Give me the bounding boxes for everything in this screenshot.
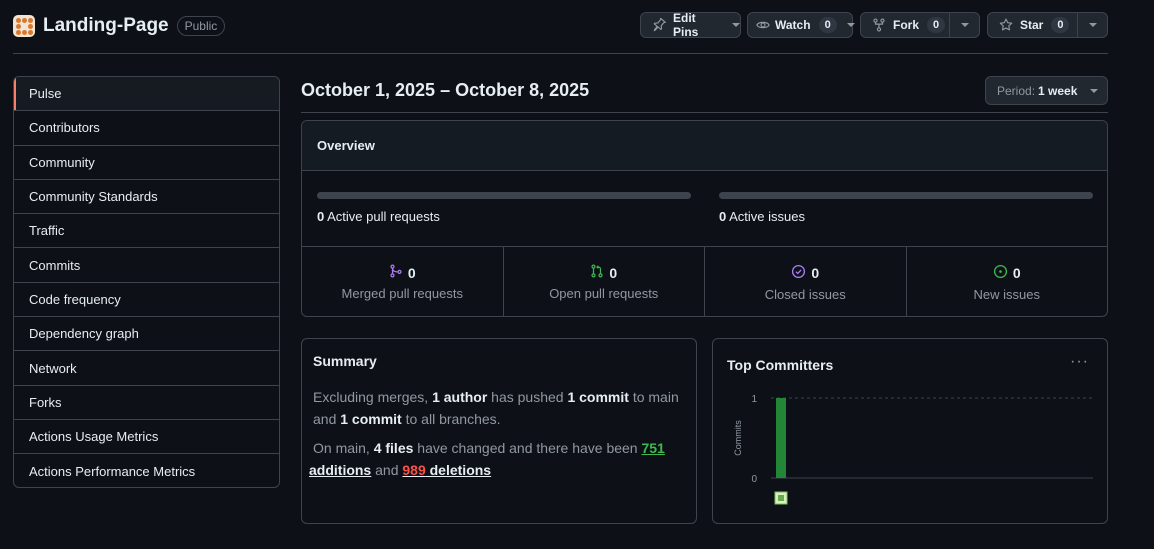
closed-issue-icon bbox=[791, 264, 811, 282]
star-count: 0 bbox=[1051, 17, 1070, 33]
sidebar-item-label: Community bbox=[29, 154, 95, 170]
commit-bar bbox=[776, 398, 786, 478]
star-button[interactable]: Star 0 bbox=[987, 12, 1108, 38]
fork-button[interactable]: Fork 0 bbox=[860, 12, 980, 38]
activity-bars: 0 Active pull requests 0 Active issues bbox=[302, 171, 1107, 247]
active-issues[interactable]: 0 Active issues bbox=[719, 209, 805, 224]
fork-menu-button[interactable] bbox=[949, 13, 979, 37]
pull-requests-progress bbox=[317, 192, 691, 199]
summary-title: Summary bbox=[313, 353, 377, 369]
new-issues-count: 0 bbox=[1012, 265, 1021, 281]
page-title: October 1, 2025 – October 8, 2025 bbox=[301, 80, 590, 100]
pin-icon bbox=[652, 18, 666, 32]
top-committers-chart: 0 1 Commits bbox=[733, 394, 1093, 505]
sidebar-item-actions-performance-metrics[interactable]: Actions Performance Metrics bbox=[14, 454, 279, 487]
stat-merged-pull-requests[interactable]: 0 Merged pull requests bbox=[302, 247, 504, 316]
closed-issues-label: Closed issues bbox=[764, 287, 846, 302]
sidebar-item-label: Community Standards bbox=[29, 189, 158, 205]
period-value: 1 week bbox=[1038, 83, 1078, 98]
open-pr-count: 0 bbox=[609, 264, 618, 281]
sidebar-item-label: Network bbox=[29, 360, 77, 376]
eye-icon bbox=[756, 18, 770, 32]
active-pull-requests-count: 0 bbox=[317, 209, 325, 224]
stat-closed-issues[interactable]: 0 Closed issues bbox=[705, 247, 907, 316]
header-divider bbox=[13, 53, 1108, 54]
sidebar-item-forks[interactable]: Forks bbox=[14, 386, 279, 420]
watch-button[interactable]: Watch 0 bbox=[747, 12, 855, 38]
active-issues-count: 0 bbox=[719, 209, 727, 224]
overview-title: Overview bbox=[302, 121, 1107, 171]
fork-count: 0 bbox=[927, 17, 946, 33]
edit-pins-button[interactable]: Edit Pins bbox=[640, 11, 741, 39]
period-select[interactable]: Period: 1 week bbox=[985, 76, 1108, 105]
open-issue-icon bbox=[993, 264, 1013, 282]
sidebar-item-label: Forks bbox=[29, 394, 62, 410]
active-issues-label: Active issues bbox=[729, 209, 806, 224]
chevron-down-icon bbox=[960, 23, 969, 27]
chevron-down-icon bbox=[732, 23, 740, 27]
repo-name[interactable]: Landing-Page bbox=[43, 15, 169, 37]
period-label: Period: bbox=[997, 83, 1036, 98]
active-pull-requests-label: Active pull requests bbox=[327, 209, 440, 224]
merged-pr-icon bbox=[389, 264, 408, 281]
sidebar-item-traffic[interactable]: Traffic bbox=[14, 214, 279, 249]
sidebar-item-label: Actions Usage Metrics bbox=[29, 429, 159, 445]
chevron-down-icon bbox=[1090, 88, 1099, 93]
y-tick-label: 1 bbox=[751, 394, 757, 405]
chevron-down-icon bbox=[846, 23, 855, 27]
sidebar-item-dependency-graph[interactable]: Dependency graph bbox=[14, 317, 279, 352]
y-axis-label: Commits bbox=[733, 420, 743, 456]
sidebar-item-label: Actions Performance Metrics bbox=[29, 463, 196, 479]
repo-header: Landing-Page Public bbox=[13, 12, 226, 40]
repo-avatar-icon[interactable] bbox=[13, 15, 35, 37]
summary-text: Excluding merges, 1 author has pushed 1 … bbox=[309, 386, 685, 481]
open-pr-label: Open pull requests bbox=[549, 286, 659, 301]
watch-count: 0 bbox=[818, 17, 837, 33]
chevron-down-icon bbox=[1088, 23, 1097, 27]
star-label: Star bbox=[1020, 18, 1044, 32]
title-divider bbox=[301, 112, 1108, 113]
summary-changes-line: On main, 4 files have changed and there … bbox=[309, 440, 665, 478]
star-icon bbox=[999, 18, 1013, 32]
active-pull-requests[interactable]: 0 Active pull requests bbox=[317, 209, 440, 224]
committer-avatar-icon[interactable] bbox=[774, 491, 788, 505]
new-issues-label: New issues bbox=[973, 287, 1040, 302]
insights-sidebar: Pulse Contributors Community Community S… bbox=[13, 76, 280, 488]
watch-label: Watch bbox=[775, 18, 811, 32]
fork-icon bbox=[872, 18, 886, 32]
merged-pr-label: Merged pull requests bbox=[341, 286, 463, 301]
sidebar-item-commits[interactable]: Commits bbox=[14, 248, 279, 283]
summary-card: Summary Excluding merges, 1 author has p… bbox=[301, 338, 697, 524]
sidebar-item-actions-usage-metrics[interactable]: Actions Usage Metrics bbox=[14, 420, 279, 455]
sidebar-item-code-frequency[interactable]: Code frequency bbox=[14, 283, 279, 318]
sidebar-item-community-standards[interactable]: Community Standards bbox=[14, 180, 279, 215]
sidebar-item-community[interactable]: Community bbox=[14, 146, 279, 180]
overview-stats: 0 Merged pull requests 0 Open pull reque… bbox=[302, 247, 1108, 316]
star-menu-button[interactable] bbox=[1077, 13, 1107, 37]
merged-pr-count: 0 bbox=[407, 264, 416, 281]
open-pr-icon bbox=[590, 264, 609, 281]
stat-open-pull-requests[interactable]: 0 Open pull requests bbox=[504, 247, 705, 316]
sidebar-item-label: Contributors bbox=[29, 120, 100, 136]
sidebar-item-label: Traffic bbox=[29, 223, 65, 239]
sidebar-item-label: Pulse bbox=[29, 86, 62, 102]
visibility-badge: Public bbox=[176, 16, 226, 36]
summary-commits-line: Excluding merges, 1 author has pushed 1 … bbox=[313, 389, 679, 427]
sidebar-item-label: Dependency graph bbox=[29, 326, 139, 342]
deletions-link[interactable]: 989 deletions bbox=[402, 462, 491, 478]
edit-pins-label: Edit Pins bbox=[673, 11, 699, 39]
top-committers-card: Top Committers ··· 0 1 Commits bbox=[712, 338, 1108, 524]
fork-label: Fork bbox=[893, 18, 920, 32]
sidebar-item-label: Code frequency bbox=[29, 291, 121, 307]
sidebar-item-pulse[interactable]: Pulse bbox=[14, 77, 279, 112]
y-tick-label: 0 bbox=[751, 474, 757, 485]
sidebar-item-label: Commits bbox=[29, 257, 81, 273]
sidebar-item-contributors[interactable]: Contributors bbox=[14, 111, 279, 146]
overview-card: Overview 0 Active pull requests 0 Active… bbox=[301, 120, 1108, 317]
closed-issues-count: 0 bbox=[811, 265, 820, 281]
issues-progress bbox=[719, 192, 1093, 199]
sidebar-item-network[interactable]: Network bbox=[14, 351, 279, 386]
stat-new-issues[interactable]: 0 New issues bbox=[907, 247, 1108, 316]
